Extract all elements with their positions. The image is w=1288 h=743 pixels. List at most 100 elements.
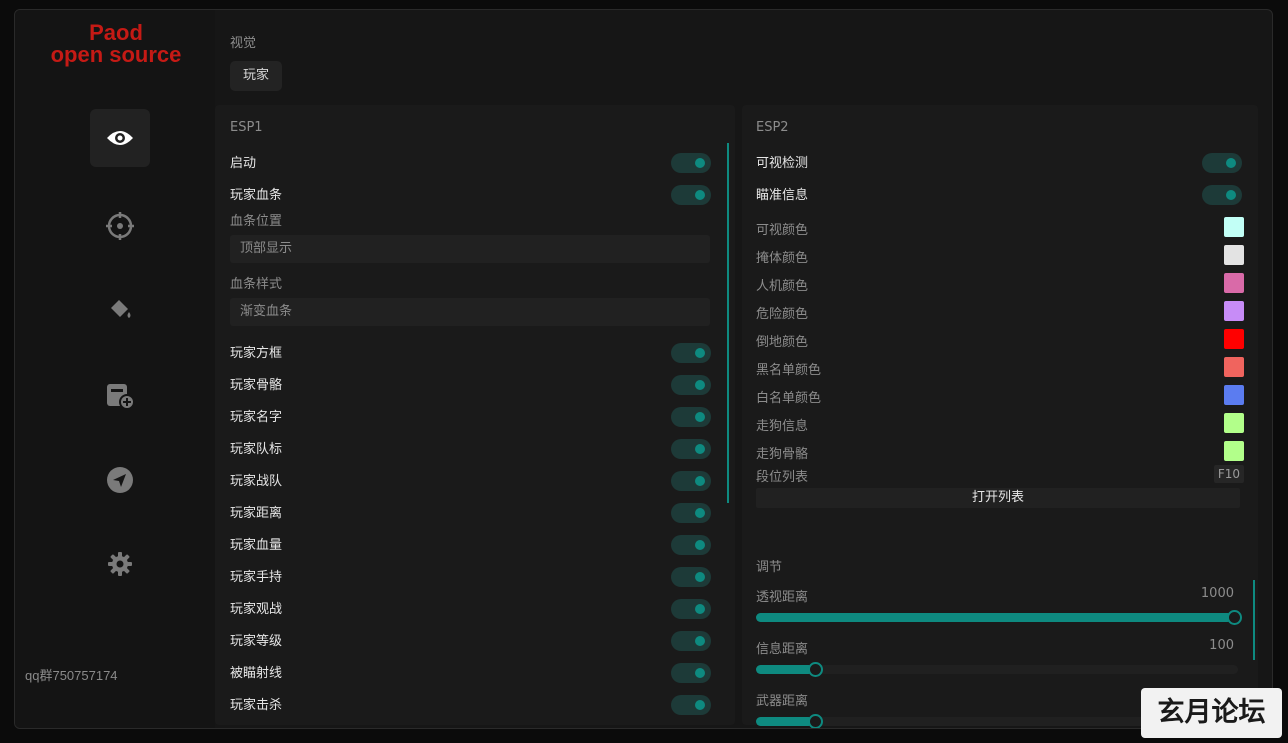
slider-label: 武器距离 bbox=[756, 694, 809, 709]
nav-settings[interactable] bbox=[90, 535, 150, 593]
color-label: 人机颜色 bbox=[756, 279, 809, 294]
toggle-label: 玩家名字 bbox=[230, 410, 283, 425]
adjust-scrollbar[interactable] bbox=[1253, 580, 1255, 660]
toggle-row: 玩家手持 bbox=[230, 561, 711, 589]
esp1-title: ESP1 bbox=[230, 120, 263, 135]
toggle-switch[interactable] bbox=[671, 407, 711, 427]
toggle-label: 玩家血量 bbox=[230, 538, 283, 553]
section-title: 视觉 bbox=[230, 36, 257, 51]
bar-position-label: 血条位置 bbox=[230, 214, 283, 229]
color-swatch[interactable] bbox=[1224, 357, 1244, 377]
bar-style-select[interactable]: 渐变血条 bbox=[230, 298, 710, 326]
toggle-label: 启动 bbox=[230, 156, 257, 171]
color-label: 可视颜色 bbox=[756, 223, 809, 238]
paint-bucket-icon bbox=[111, 300, 131, 318]
toggle-row: 玩家名字 bbox=[230, 401, 711, 429]
toggle-switch[interactable] bbox=[671, 503, 711, 523]
toggle-row: 玩家等级 bbox=[230, 625, 711, 653]
color-swatch[interactable] bbox=[1224, 301, 1244, 321]
esp1-scrollbar[interactable] bbox=[727, 143, 729, 503]
toggle-switch[interactable] bbox=[671, 695, 711, 715]
color-row: 危险颜色 bbox=[756, 299, 1244, 325]
hotkey-badge[interactable]: F10 bbox=[1213, 465, 1244, 483]
open-list-button[interactable]: 打开列表 bbox=[756, 488, 1240, 508]
nav-send[interactable] bbox=[90, 451, 150, 509]
bar-style-label: 血条样式 bbox=[230, 277, 283, 292]
toggle-switch[interactable] bbox=[671, 663, 711, 683]
toggle-row: 玩家方框 bbox=[230, 337, 711, 365]
color-swatch[interactable] bbox=[1224, 413, 1244, 433]
toggle-label: 玩家血条 bbox=[230, 188, 283, 203]
color-swatch[interactable] bbox=[1224, 385, 1244, 405]
toggle-switch[interactable] bbox=[671, 343, 711, 363]
tab-player[interactable]: 玩家 bbox=[230, 61, 283, 91]
color-label: 危险颜色 bbox=[756, 307, 809, 322]
bar-position-select[interactable]: 顶部显示 bbox=[230, 235, 710, 263]
main-content: 视觉 玩家 ESP1 启动 玩家血条 血条位置 顶部显示 血条样式 渐变血条 玩… bbox=[215, 10, 1272, 728]
color-label: 倒地颜色 bbox=[756, 335, 809, 350]
nav-visual[interactable] bbox=[90, 109, 150, 167]
gear-icon bbox=[108, 552, 132, 576]
slider-label: 信息距离 bbox=[756, 642, 809, 657]
color-swatch[interactable] bbox=[1224, 273, 1244, 293]
toggle-switch[interactable] bbox=[671, 631, 711, 651]
toggle-label: 瞄准信息 bbox=[756, 188, 809, 203]
toggle-label: 玩家手持 bbox=[230, 570, 283, 585]
nav-paint[interactable] bbox=[90, 280, 150, 338]
info-distance-slider[interactable] bbox=[756, 662, 1238, 677]
esp-distance-slider[interactable] bbox=[756, 610, 1242, 625]
slider-thumb[interactable] bbox=[1227, 610, 1242, 625]
package-add-icon bbox=[107, 384, 135, 410]
toggle-row: 玩家距离 bbox=[230, 497, 711, 525]
toggle-label: 被瞄射线 bbox=[230, 666, 283, 681]
toggle-row-visibility-check: 可视检测 bbox=[756, 147, 1242, 175]
toggle-switch[interactable] bbox=[671, 375, 711, 395]
send-icon bbox=[107, 467, 133, 493]
toggle-switch[interactable] bbox=[1202, 153, 1242, 173]
slider-label: 透视距离 bbox=[756, 590, 809, 605]
toggle-label: 玩家距离 bbox=[230, 506, 283, 521]
toggle-switch[interactable] bbox=[1202, 185, 1242, 205]
toggle-switch[interactable] bbox=[671, 153, 711, 173]
color-row: 倒地颜色 bbox=[756, 327, 1244, 353]
slider-thumb[interactable] bbox=[808, 662, 823, 677]
toggle-switch[interactable] bbox=[671, 599, 711, 619]
toggle-row: 玩家观战 bbox=[230, 593, 711, 621]
sidebar: Paod open source qq群750757174 bbox=[15, 10, 215, 728]
toggle-row: 玩家血量 bbox=[230, 529, 711, 557]
toggle-switch[interactable] bbox=[671, 471, 711, 491]
toggle-row: 玩家战队 bbox=[230, 465, 711, 493]
toggle-row-aim-info: 瞄准信息 bbox=[756, 179, 1242, 207]
toggle-switch[interactable] bbox=[671, 567, 711, 587]
nav-items[interactable] bbox=[90, 366, 150, 424]
slider-thumb[interactable] bbox=[808, 714, 823, 728]
color-label: 白名单颜色 bbox=[756, 391, 822, 406]
color-swatch[interactable] bbox=[1224, 245, 1244, 265]
app-window: Paod open source qq群750757174 视觉 玩家 ESP1… bbox=[14, 9, 1273, 729]
color-label: 掩体颜色 bbox=[756, 251, 809, 266]
toggle-label: 玩家方框 bbox=[230, 346, 283, 361]
toggle-switch[interactable] bbox=[671, 535, 711, 555]
color-swatch[interactable] bbox=[1224, 441, 1244, 461]
adjust-title: 调节 bbox=[756, 560, 783, 575]
color-row: 白名单颜色 bbox=[756, 383, 1244, 409]
esp1-panel: ESP1 启动 玩家血条 血条位置 顶部显示 血条样式 渐变血条 玩家方框 玩家… bbox=[215, 105, 735, 725]
brand-line1: Paod bbox=[89, 20, 143, 45]
toggle-label: 玩家观战 bbox=[230, 602, 283, 617]
crosshair-icon bbox=[106, 212, 134, 240]
eye-icon bbox=[107, 131, 133, 145]
nav-aim[interactable] bbox=[90, 197, 150, 255]
color-swatch[interactable] bbox=[1224, 329, 1244, 349]
toggle-label: 玩家击杀 bbox=[230, 698, 283, 713]
color-row: 可视颜色 bbox=[756, 215, 1244, 241]
color-swatch[interactable] bbox=[1224, 217, 1244, 237]
color-label: 黑名单颜色 bbox=[756, 363, 822, 378]
color-label: 走狗信息 bbox=[756, 419, 809, 434]
toggle-label: 可视检测 bbox=[756, 156, 809, 171]
slider-value: 1000 bbox=[1200, 586, 1234, 601]
toggle-switch[interactable] bbox=[671, 185, 711, 205]
color-row: 走狗骨骼 bbox=[756, 439, 1244, 465]
esp2-title: ESP2 bbox=[756, 120, 789, 135]
toggle-switch[interactable] bbox=[671, 439, 711, 459]
color-row: 黑名单颜色 bbox=[756, 355, 1244, 381]
